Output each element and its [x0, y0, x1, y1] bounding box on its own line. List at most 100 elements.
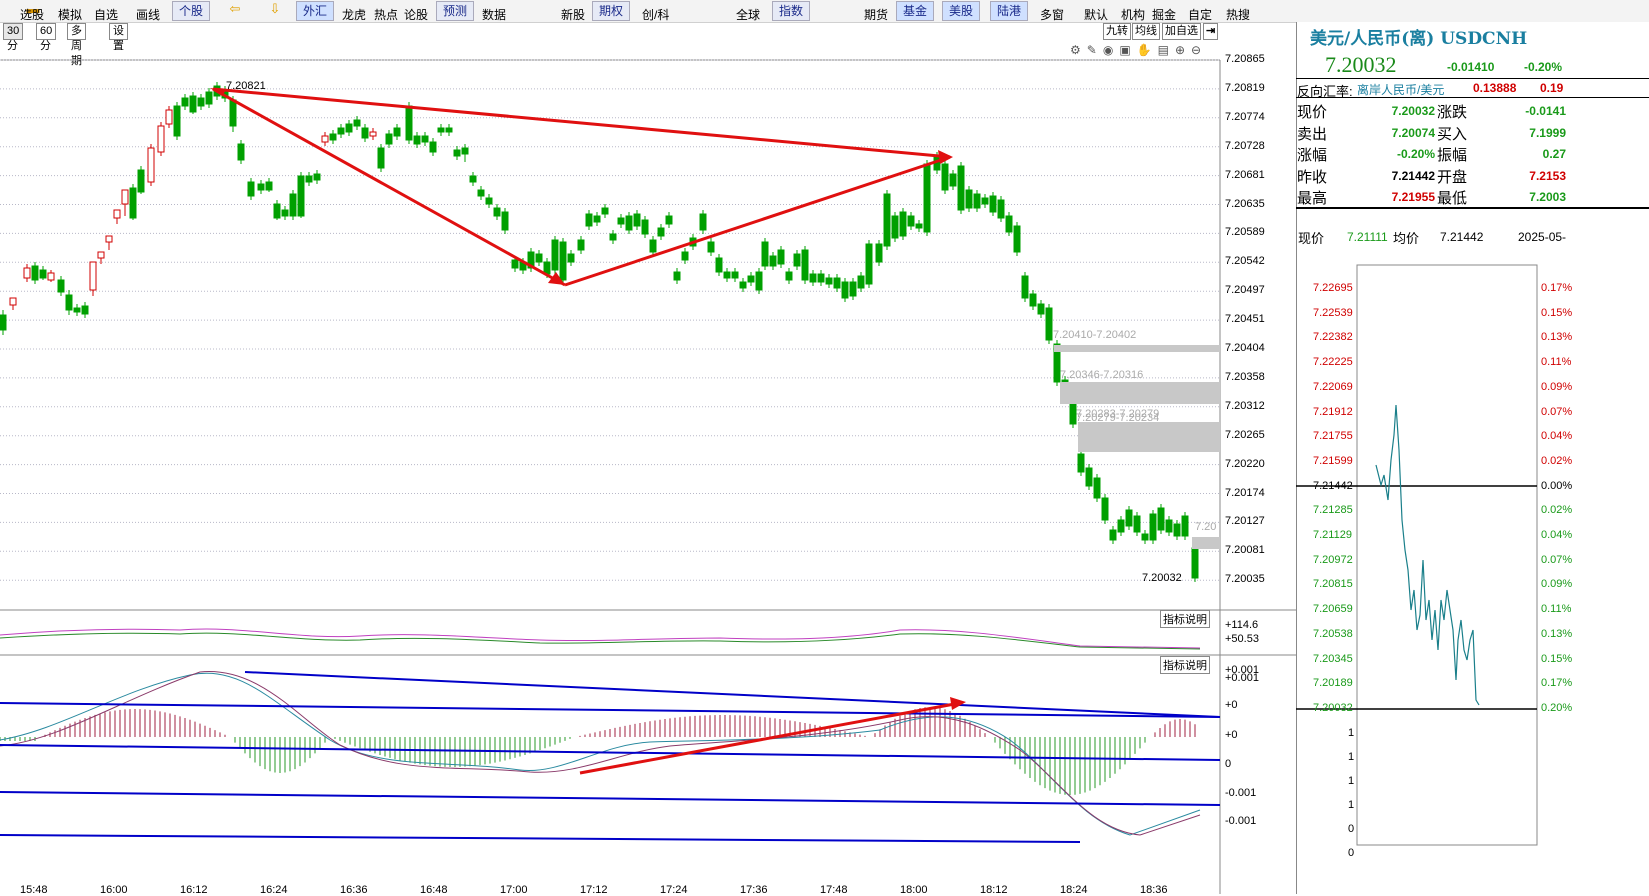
mini-price-label: 7.21755 — [1313, 430, 1353, 443]
toolbar-item-watchlist[interactable]: 自选 — [94, 6, 118, 23]
mini-now-label: 现价 — [1298, 231, 1325, 246]
toolbar-button-funds[interactable]: 基金 — [896, 1, 935, 21]
candle-down — [915, 223, 923, 229]
candle-down — [393, 127, 401, 137]
price-change: -0.01410 — [1447, 60, 1495, 74]
time-tick-label: 17:24 — [660, 884, 688, 896]
toolbar-item-hot-search[interactable]: 热搜 — [1226, 6, 1250, 23]
hand-icon[interactable]: ✋ — [1137, 43, 1158, 57]
mini-date: 2025-05- — [1518, 230, 1567, 244]
time-tick-label: 17:36 — [740, 884, 768, 896]
tab-multi-period[interactable]: 多周期 — [67, 23, 86, 67]
pen-icon[interactable]: ✎ — [1087, 43, 1103, 57]
price-tick-label: 7.20312 — [1225, 399, 1265, 412]
toolbar-item-default[interactable]: 默认 — [1084, 6, 1108, 23]
toolbar-button-options[interactable]: 期权 — [592, 1, 631, 21]
price-tick-label: 7.20127 — [1225, 515, 1265, 528]
time-tick-label: 18:12 — [980, 884, 1008, 896]
tab-settings[interactable]: 设置 — [109, 23, 128, 52]
tab-30min[interactable]: 30分 — [3, 23, 24, 52]
toolbar-item-multi-window[interactable]: 多窗 — [1040, 6, 1064, 23]
save-icon[interactable]: ▤ — [1158, 43, 1175, 57]
collapse-panel-icon[interactable]: ⇥ — [1203, 23, 1219, 40]
nine-turn-button[interactable]: 九转 — [1103, 23, 1131, 40]
mini-pct-label: 0.07% — [1541, 553, 1573, 566]
toolbar-item-global[interactable]: 全球 — [736, 6, 760, 23]
indicator-2-info-button[interactable]: 指标说明 — [1160, 656, 1210, 674]
mini-pct-label: 0.02% — [1541, 454, 1573, 467]
toolbar-button-hk-connect[interactable]: 陆港 — [990, 1, 1029, 21]
candle-down — [731, 271, 739, 279]
mini-pct-label: 0.13% — [1541, 331, 1573, 344]
candle-down — [429, 141, 437, 153]
candle-up — [9, 297, 17, 306]
tab-60min[interactable]: 60分 — [36, 23, 57, 52]
mini-pct-label: 0.15% — [1541, 652, 1573, 665]
quote-value: 7.2003 — [1529, 190, 1566, 204]
main-chart-area[interactable] — [0, 40, 1296, 894]
toolbar-item-institution[interactable]: 机构 — [1121, 6, 1145, 23]
candle-down — [81, 305, 89, 315]
price-tick-label: 7.20497 — [1225, 284, 1265, 297]
toolbar-button-index[interactable]: 指数 — [772, 1, 811, 21]
eye-icon[interactable]: ◉ — [1103, 43, 1119, 57]
toolbar-item-custom[interactable]: 自定 — [1188, 6, 1212, 23]
candle-down — [739, 281, 747, 289]
candle-up — [113, 209, 121, 219]
toolbar-item-draw-line[interactable]: 画线 — [136, 6, 160, 23]
toolbar-item-mining[interactable]: 掘金 — [1152, 6, 1176, 23]
chart-tool-icons[interactable]: ⚙✎◉▣✋▤⊕⊖ — [1070, 43, 1207, 57]
candle-up — [121, 189, 129, 205]
candle-up — [369, 131, 377, 137]
toolbar-item-dragon-tiger[interactable]: 龙虎 — [342, 6, 366, 23]
candle-down — [973, 193, 981, 209]
gap-label-2: 7.20346-7.20316 — [1060, 369, 1144, 381]
lock-icon[interactable]: ▣ — [1119, 43, 1136, 57]
price-tick-label: 7.20589 — [1225, 226, 1265, 239]
candle-down — [535, 253, 543, 263]
candle-down — [289, 193, 297, 217]
quote-key: 买入 — [1437, 125, 1468, 143]
zoom-in-icon[interactable]: ⊕ — [1175, 43, 1191, 57]
toolbar-item-futures[interactable]: 期货 — [864, 6, 888, 23]
toolbar-item-hotspot[interactable]: 热点 — [374, 6, 398, 23]
down-arrow-icon[interactable]: ⇩ — [262, 0, 288, 18]
toolbar-item-data[interactable]: 数据 — [482, 6, 506, 23]
toolbar-item-star-market[interactable]: 创/科 — [642, 6, 669, 23]
toolbar-item-new-stock[interactable]: 新股 — [561, 6, 585, 23]
toolbar-button-forex[interactable]: 外汇 — [296, 1, 335, 21]
back-arrow-icon[interactable]: ⇦ — [222, 0, 248, 18]
toolbar-item-discuss[interactable]: 论股 — [404, 6, 428, 23]
candle-down — [73, 307, 81, 313]
candle-down — [609, 233, 617, 241]
price-tick-label: 7.20358 — [1225, 370, 1265, 383]
candle-down — [421, 135, 429, 143]
candle-down — [625, 215, 633, 231]
mini-price-label: 7.21129 — [1313, 529, 1352, 541]
zoom-out-icon[interactable]: ⊖ — [1191, 43, 1207, 57]
ma-button[interactable]: 均线 — [1132, 23, 1160, 40]
mini-price-label: 7.20972 — [1313, 553, 1353, 566]
mini-pct-label: 0.11% — [1541, 603, 1572, 616]
channel-line-2 — [244, 671, 1221, 718]
candle-down — [833, 277, 841, 289]
toolbar-button-predict[interactable]: 预测 — [436, 1, 475, 21]
candle-up — [23, 267, 31, 279]
candle-down — [699, 213, 707, 231]
candle-down — [981, 197, 989, 205]
add-watchlist-button[interactable]: 加自选 — [1162, 23, 1201, 40]
mini-price-label: 7.20345 — [1313, 652, 1353, 665]
mini-pct-label: 0.00% — [1541, 479, 1573, 492]
toolbar-item-simulate[interactable]: 模拟 — [58, 6, 82, 23]
indicator-1-info-button[interactable]: 指标说明 — [1160, 610, 1210, 628]
reverse-rate-name: 离岸人民币/美元 — [1357, 83, 1445, 97]
toolbar-button-us-stocks[interactable]: 美股 — [942, 1, 981, 21]
toolbar-item-select-stock[interactable]: 选股 — [20, 6, 44, 23]
channel-line-1 — [0, 702, 1221, 718]
candle-down — [501, 211, 509, 231]
candle-up — [47, 272, 55, 281]
toolbar-button-stock[interactable]: 个股 — [172, 1, 211, 21]
candle-down — [337, 127, 345, 135]
settings-icon[interactable]: ⚙ — [1070, 43, 1087, 57]
candle-down — [715, 257, 723, 273]
